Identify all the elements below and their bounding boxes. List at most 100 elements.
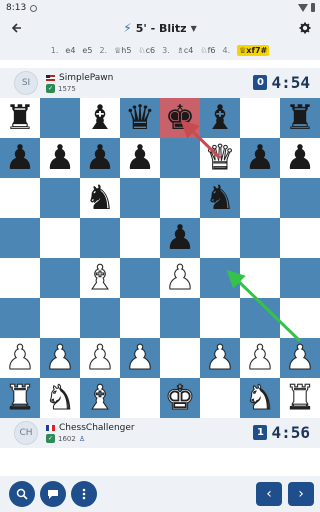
white-pawn-icon[interactable]: ♟: [244, 338, 276, 379]
black-knight-icon[interactable]: ♞: [205, 178, 235, 218]
chat-icon[interactable]: [40, 481, 66, 507]
analysis-icon[interactable]: [9, 481, 35, 507]
white-pawn-icon[interactable]: ♟: [44, 338, 76, 379]
square-f3[interactable]: [200, 298, 240, 338]
white-rook-icon[interactable]: ♜: [4, 378, 36, 419]
square-b1[interactable]: ♞: [40, 378, 80, 419]
square-e3[interactable]: [160, 298, 200, 338]
avatar[interactable]: SI: [14, 71, 38, 95]
move-white[interactable]: ♕h5: [114, 46, 131, 55]
chess-board[interactable]: ♜ ♝ ♛ ♚ ♝ ♜ ♟ ♟ ♟ ♟ ♛ ♟ ♟ ♞ ♞ ♟ ♝ ♟ ♟ ♟ ♟ ♟ ♟ ♟ ♟ ♜ ♞ ♝ ♚ ♞ ♜: [0, 98, 320, 419]
square-f7[interactable]: ♛: [200, 138, 240, 179]
square-h4[interactable]: [280, 258, 320, 298]
square-d4[interactable]: [120, 258, 160, 298]
white-pawn-icon[interactable]: ♟: [84, 338, 116, 379]
square-b5[interactable]: [40, 218, 80, 258]
square-h7[interactable]: ♟: [280, 138, 320, 178]
square-a2[interactable]: ♟: [0, 338, 40, 379]
square-c2[interactable]: ♟: [80, 338, 120, 379]
move-white[interactable]: e4: [65, 46, 75, 55]
black-pawn-icon[interactable]: ♟: [85, 138, 115, 178]
black-pawn-icon[interactable]: ♟: [165, 218, 195, 258]
square-h2[interactable]: ♟: [280, 338, 320, 379]
black-queen-icon[interactable]: ♛: [125, 98, 155, 138]
white-bishop-icon[interactable]: ♝: [84, 258, 116, 299]
move-black[interactable]: ♘c6: [138, 46, 155, 55]
square-e4[interactable]: ♟: [160, 258, 200, 299]
square-d8[interactable]: ♛: [120, 98, 160, 138]
white-king-icon[interactable]: ♚: [164, 378, 196, 419]
move-black[interactable]: ♘f6: [200, 46, 215, 55]
arrow-left-icon[interactable]: [6, 18, 26, 38]
square-g1[interactable]: ♞: [240, 378, 280, 419]
square-a6[interactable]: [0, 178, 40, 218]
black-bishop-icon[interactable]: ♝: [85, 98, 115, 138]
square-e5[interactable]: ♟: [160, 218, 200, 258]
square-a1[interactable]: ♜: [0, 378, 40, 419]
square-a3[interactable]: [0, 298, 40, 338]
square-g8[interactable]: [240, 98, 280, 138]
square-g4[interactable]: [240, 258, 280, 298]
black-bishop-icon[interactable]: ♝: [205, 98, 235, 138]
white-pawn-icon[interactable]: ♟: [284, 338, 316, 379]
square-h5[interactable]: [280, 218, 320, 258]
square-a4[interactable]: [0, 258, 40, 298]
game-type-selector[interactable]: ⚡ 5' - Blitz ▼: [123, 21, 196, 35]
square-a7[interactable]: ♟: [0, 138, 40, 178]
gear-icon[interactable]: [295, 18, 315, 38]
black-knight-icon[interactable]: ♞: [85, 178, 115, 218]
more-icon[interactable]: [71, 481, 97, 507]
move-current[interactable]: ♕xf7#: [237, 44, 270, 56]
white-pawn-icon[interactable]: ♟: [4, 338, 36, 379]
square-b4[interactable]: [40, 258, 80, 298]
square-h3[interactable]: [280, 298, 320, 338]
square-h8[interactable]: ♜: [280, 98, 320, 138]
square-b8[interactable]: [40, 98, 80, 138]
black-pawn-icon[interactable]: ♟: [5, 138, 35, 178]
white-pawn-icon[interactable]: ♟: [204, 338, 236, 379]
square-e2[interactable]: [160, 338, 200, 378]
white-pawn-icon[interactable]: ♟: [164, 258, 196, 299]
move-black[interactable]: e5: [82, 46, 92, 55]
square-f6[interactable]: ♞: [200, 178, 240, 218]
chevron-left-icon[interactable]: ‹: [256, 482, 282, 506]
square-e8[interactable]: ♚: [160, 98, 200, 138]
move-white[interactable]: ♗c4: [177, 46, 194, 55]
square-d2[interactable]: ♟: [120, 338, 160, 379]
black-king-icon[interactable]: ♚: [165, 98, 195, 138]
square-c4[interactable]: ♝: [80, 258, 120, 299]
square-d7[interactable]: ♟: [120, 138, 160, 178]
square-a8[interactable]: ♜: [0, 98, 40, 138]
square-f2[interactable]: ♟: [200, 338, 240, 379]
square-f5[interactable]: [200, 218, 240, 258]
black-pawn-icon[interactable]: ♟: [245, 138, 275, 178]
black-pawn-icon[interactable]: ♟: [125, 138, 155, 178]
white-knight-icon[interactable]: ♞: [244, 378, 276, 419]
square-h6[interactable]: [280, 178, 320, 218]
black-rook-icon[interactable]: ♜: [285, 98, 315, 138]
square-d6[interactable]: [120, 178, 160, 218]
square-f1[interactable]: [200, 378, 240, 418]
white-knight-icon[interactable]: ♞: [44, 378, 76, 419]
player-name[interactable]: SimplePawn: [59, 73, 113, 83]
square-g5[interactable]: [240, 218, 280, 258]
black-rook-icon[interactable]: ♜: [5, 98, 35, 138]
white-rook-icon[interactable]: ♜: [284, 378, 316, 419]
square-d1[interactable]: [120, 378, 160, 418]
black-pawn-icon[interactable]: ♟: [45, 138, 75, 178]
square-c7[interactable]: ♟: [80, 138, 120, 178]
white-queen-icon[interactable]: ♛: [204, 138, 236, 179]
square-b3[interactable]: [40, 298, 80, 338]
square-d5[interactable]: [120, 218, 160, 258]
square-b2[interactable]: ♟: [40, 338, 80, 379]
white-pawn-icon[interactable]: ♟: [124, 338, 156, 379]
chevron-right-icon[interactable]: ›: [288, 482, 314, 506]
square-c6[interactable]: ♞: [80, 178, 120, 218]
square-e1[interactable]: ♚: [160, 378, 200, 419]
square-f4[interactable]: [200, 258, 240, 298]
square-c8[interactable]: ♝: [80, 98, 120, 138]
square-d3[interactable]: [120, 298, 160, 338]
square-c1[interactable]: ♝: [80, 378, 120, 419]
square-g2[interactable]: ♟: [240, 338, 280, 379]
square-g3[interactable]: [240, 298, 280, 338]
